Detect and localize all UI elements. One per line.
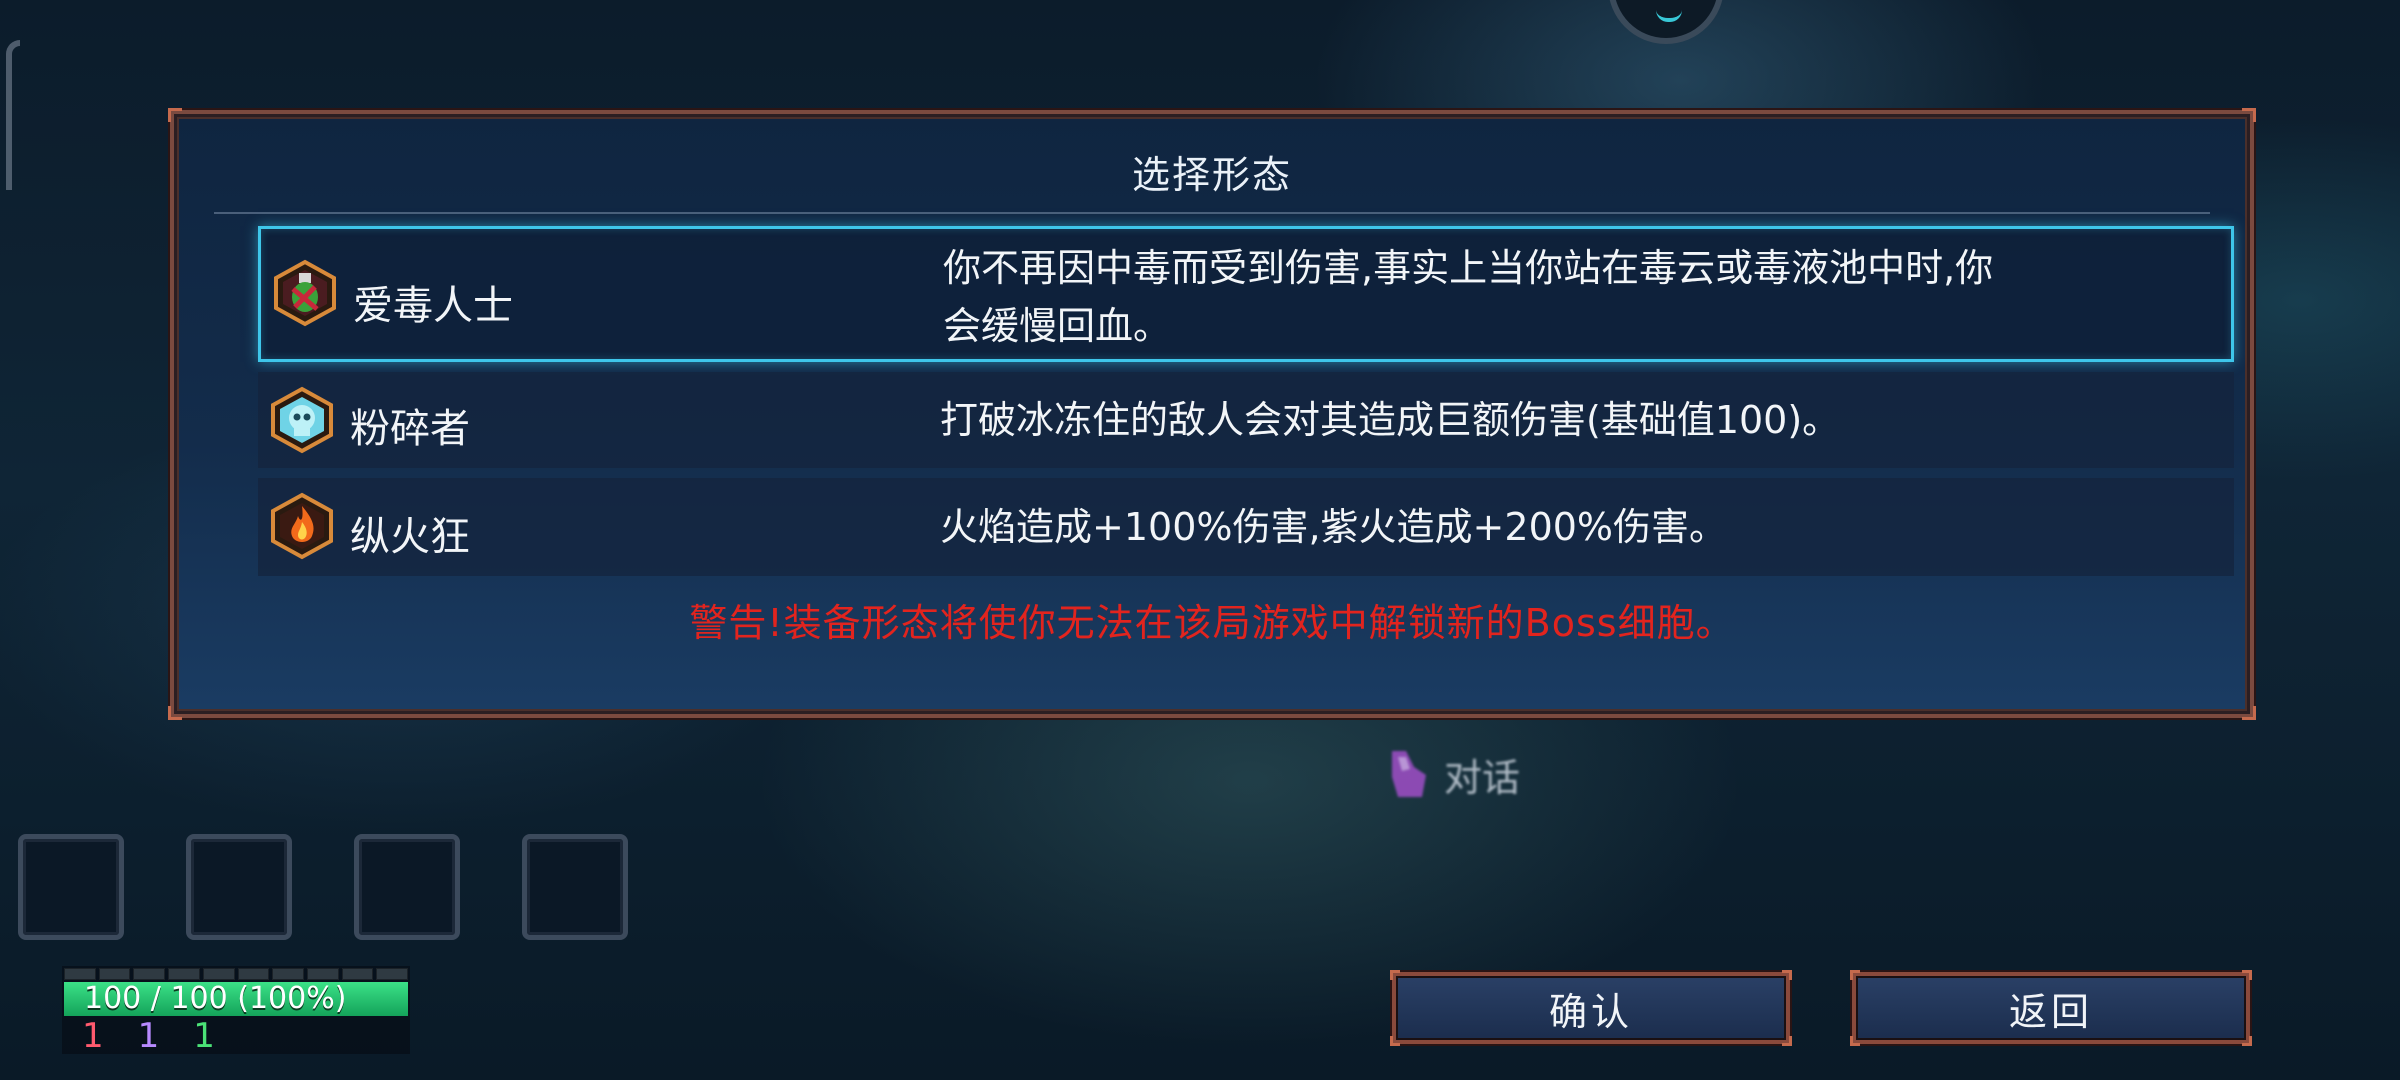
survival-stat: 1: [193, 1016, 215, 1056]
talk-label: 对话: [1444, 755, 1521, 800]
dialog-corner: [2242, 706, 2256, 720]
title-divider: [214, 212, 2210, 214]
option-name: 粉碎者: [350, 406, 470, 452]
background-hook-decoration: [6, 40, 20, 190]
scroll-stats: 1 1 1: [82, 1016, 215, 1056]
option-shatterer[interactable]: 粉碎者 打破冰冻住的敌人会对其造成巨额伤害(基础值100)。: [258, 372, 2234, 468]
background-ring-decoration: [1608, 0, 1724, 44]
mutation-dialog: 选择形态 爱毒人士 你不再因中毒而受到伤害,事实上当你站在毒云或毒液池中时,你 …: [168, 108, 2256, 720]
brutality-stat: 1: [82, 1016, 104, 1056]
option-description-line: 你不再因中毒而受到伤害,事实上当你站在毒云或毒液池中时,你: [943, 246, 1994, 290]
hand-icon: [1392, 751, 1426, 797]
inventory-slot[interactable]: [522, 834, 628, 940]
dialog-corner: [168, 108, 182, 122]
inventory-slot[interactable]: [186, 834, 292, 940]
option-name: 爱毒人士: [353, 283, 513, 329]
option-description: 打破冰冻住的敌人会对其造成巨额伤害(基础值100)。: [940, 398, 1841, 442]
option-description-line: 会缓慢回血。: [943, 304, 1172, 348]
option-description: 火焰造成+100%伤害,紫火造成+200%伤害。: [940, 505, 1728, 549]
talk-prompt[interactable]: 对话: [1384, 746, 1520, 802]
dialog-corner: [2242, 108, 2256, 122]
confirm-button-label: 确认: [1548, 989, 1633, 1034]
health-text: 100 / 100 (100%): [84, 981, 347, 1016]
option-pyromaniac[interactable]: 纵火狂 火焰造成+100%伤害,紫火造成+200%伤害。: [258, 478, 2234, 576]
tactics-stat: 1: [137, 1016, 160, 1056]
back-button[interactable]: 返回: [1850, 970, 2252, 1046]
confirm-button[interactable]: 确认: [1390, 970, 1792, 1046]
inventory-slot[interactable]: [18, 834, 124, 940]
back-button-label: 返回: [2008, 989, 2093, 1034]
inventory-slot[interactable]: [354, 834, 460, 940]
dialog-corner: [168, 706, 182, 720]
health-hud: 100 / 100 (100%) 1 1 1: [62, 966, 410, 1056]
option-name: 纵火狂: [350, 514, 470, 560]
dialog-title: 选择形态: [1131, 153, 1292, 197]
flame-icon: [271, 492, 333, 560]
poison-bottle-icon: [274, 259, 336, 327]
ice-skull-icon: [271, 386, 333, 454]
option-description: 你不再因中毒而受到伤害,事实上当你站在毒云或毒液池中时,你 会缓慢回血。: [943, 239, 2153, 355]
health-segment-ticks: [64, 968, 409, 980]
warning-text: 警告!装备形态将使你无法在该局游戏中解锁新的Boss细胞。: [689, 601, 1735, 645]
option-poison-lover[interactable]: 爱毒人士 你不再因中毒而受到伤害,事实上当你站在毒云或毒液池中时,你 会缓慢回血…: [258, 226, 2234, 362]
